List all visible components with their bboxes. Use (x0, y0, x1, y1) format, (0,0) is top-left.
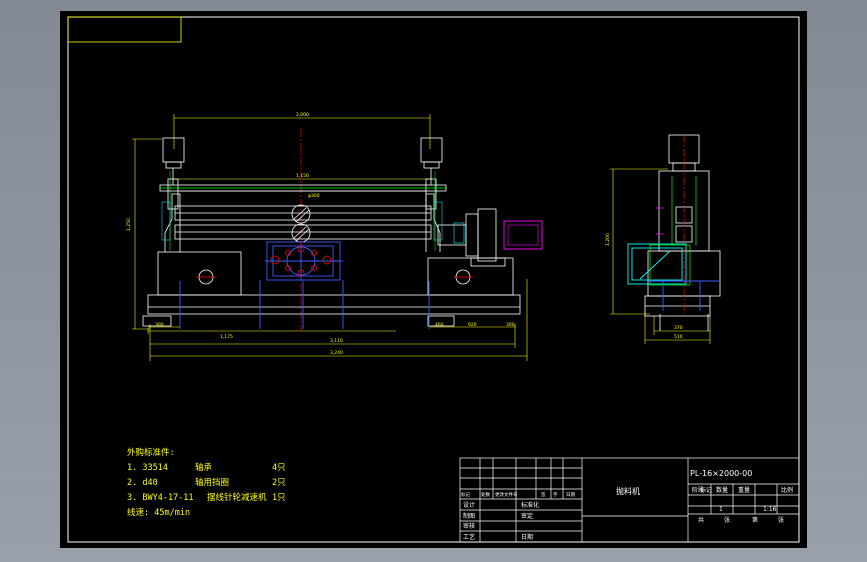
dim-bottom-left: 300 (155, 322, 164, 328)
drawing-sheet[interactable]: 2,000 1,150 1,250 1,175 3,110 3,240 300 … (60, 11, 807, 548)
dim-mid: 1,150 (296, 173, 309, 179)
review-label: 审核 (463, 522, 475, 530)
scale-label: 比例 (781, 486, 793, 494)
change-sign-2: 字 (553, 491, 558, 498)
side-view: 1,200 370 510 (605, 134, 721, 344)
standard-label: 标准化 (521, 501, 539, 509)
weight-label: 重量 (738, 486, 750, 494)
process-label: 工艺 (463, 533, 475, 541)
sheet-unit-1: 张 (724, 516, 730, 524)
change-sign-1: 签 (541, 491, 546, 498)
dim-side-b2: 510 (674, 334, 683, 340)
line-speed: 线速: 45m/min (127, 508, 191, 518)
drawing-canvas: 2,000 1,150 1,250 1,175 3,110 3,240 300 … (67, 16, 800, 543)
dim-side-height: 1,200 (605, 233, 611, 246)
front-view: 2,000 1,150 1,250 1,175 3,110 3,240 300 … (126, 112, 543, 361)
dim-left-height: 1,250 (126, 218, 132, 231)
approve-label: 审定 (521, 512, 533, 520)
dim-bottom-r3: 300 (506, 322, 515, 328)
sheet-unit-2: 张 (778, 516, 784, 524)
date-label: 日期 (521, 533, 533, 541)
dim-roll-dia: φ300 (308, 193, 320, 199)
notes-title: 外购标准件: (127, 448, 175, 458)
drawing-qty: 1 (719, 506, 723, 513)
dim-bottom-r2: 920 (468, 322, 477, 328)
drawn-label: 制图 (463, 512, 475, 520)
dim-side-b1: 370 (674, 325, 683, 331)
design-label: 设计 (463, 501, 475, 509)
change-count: 处数 (481, 491, 490, 498)
qty-label: 数量 (716, 486, 728, 494)
stage-mark-label: 标记 (700, 486, 712, 494)
drawing-code-box (67, 16, 182, 43)
drawing-scale: 1:16 (763, 506, 777, 513)
change-doc: 更改文件号 (495, 491, 518, 498)
change-date: 日期 (566, 492, 575, 498)
drawing-name: 抛料机 (616, 486, 640, 496)
dim-bottom-3: 3,240 (330, 350, 343, 356)
drawing-code: PL-16×2000-00 (690, 469, 752, 478)
dim-bottom-1: 1,175 (220, 334, 233, 340)
dim-top: 2,000 (296, 112, 309, 118)
sheet-total-label: 共 (698, 516, 704, 524)
sheet-no-label: 第 (752, 516, 758, 524)
change-mark: 标记 (461, 491, 470, 498)
inner-border (67, 16, 800, 543)
dim-bottom-2: 3,110 (330, 338, 343, 344)
dim-bottom-r1: 460 (435, 322, 444, 328)
